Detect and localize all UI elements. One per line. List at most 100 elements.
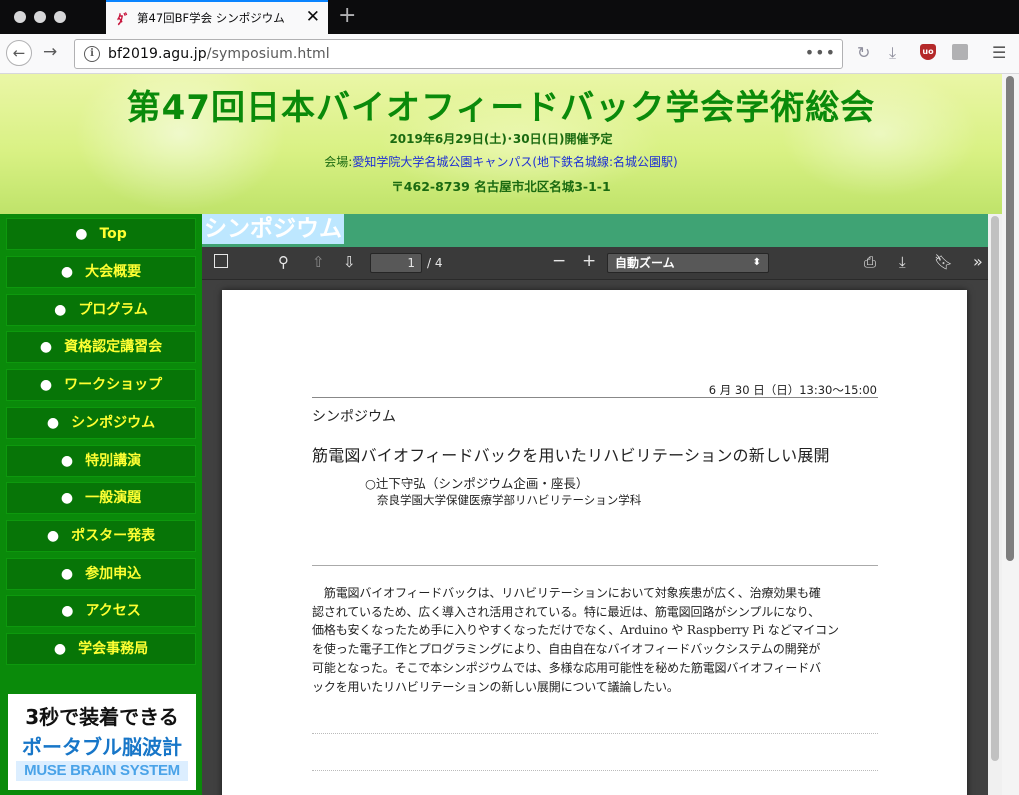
abstract-line: ックを用いたリハビリテーションの新しい展開について議論したい。 <box>312 679 679 694</box>
page-actions-more-icon[interactable]: ••• <box>805 43 836 62</box>
divider <box>312 565 878 566</box>
ad-line-1: 3秒で装着できる <box>25 705 179 729</box>
pdf-viewer: ⚲ ⇧ ⇩ 1 / 4 − + 自動ズーム ⬍ ⎙ ⤓ 🔖︎ » 6 月 30 日… <box>202 247 988 795</box>
pdf-scrollbar[interactable] <box>988 214 1002 795</box>
conference-address: 〒462-8739 名古屋市北区名城3-1-1 <box>391 179 611 194</box>
sidebar-item-label: Top <box>99 226 127 242</box>
sidebar-item-label: 資格認定講習会 <box>64 339 163 355</box>
zoom-in-icon[interactable]: + <box>582 251 596 271</box>
venue-label: 会場: <box>324 155 353 169</box>
maximize-window-button[interactable] <box>54 11 66 23</box>
abstract-line: 認されているため、広く導入され活用されている。特に最近は、筋電図回路がシンプルに… <box>312 604 820 619</box>
pdf-page: 6 月 30 日（日）13:30〜15:00 シンポジウム 筋電図バイオフィード… <box>222 290 967 795</box>
abstract-line: を使った電子工作とプログラミングにより、自由自在なバイオフィードバックシステムの… <box>312 642 821 657</box>
sidebar-item-label: 大会概要 <box>85 264 142 280</box>
close-window-button[interactable] <box>14 11 26 23</box>
forward-button-icon[interactable]: → <box>43 42 57 62</box>
web-page: 第47回日本バイオフィードバック学会学術総会 2019年6月29日(土)･30日… <box>0 74 1019 795</box>
sidebar-item-label: 一般演題 <box>85 490 142 506</box>
bookmark-icon[interactable]: 🔖︎ <box>934 253 953 271</box>
content-heading-bar: シンポジウム <box>202 214 988 247</box>
conference-venue: 会場:愛知学院大学名城公園キャンパス(地下鉄名城線:名城公園駅) <box>0 153 1002 170</box>
tab-title: 第47回BF学会 シンポジウム <box>137 11 285 25</box>
minimize-window-button[interactable] <box>34 11 46 23</box>
sidebar-item-label: ポスター発表 <box>71 528 156 544</box>
sidebar-item-overview[interactable]: ● 大会概要 <box>6 256 196 288</box>
sidebar-item-program[interactable]: ● プログラム <box>6 294 196 326</box>
browser-tab-active[interactable]: ﾀﾞ 第47回BF学会 シンポジウム ✕ <box>106 0 328 34</box>
zoom-select-value: 自動ズーム <box>615 256 675 270</box>
sidebar-item-registration[interactable]: ● 参加申込 <box>6 558 196 590</box>
dotted-divider <box>312 770 878 771</box>
sidebar-item-label: プログラム <box>78 302 148 318</box>
dotted-divider <box>312 733 878 734</box>
ublock-extension-icon[interactable]: uo <box>920 44 936 60</box>
previous-page-icon[interactable]: ⇧ <box>312 253 325 271</box>
url-domain: bf2019.agu.jp <box>108 46 207 62</box>
page-count: / 4 <box>427 256 443 270</box>
sidebar-item-label: 特別講演 <box>85 453 142 469</box>
download-icon[interactable]: ⤓ <box>889 43 896 63</box>
pdf-toolbar: ⚲ ⇧ ⇩ 1 / 4 − + 自動ズーム ⬍ ⎙ ⤓ 🔖︎ » <box>202 247 988 280</box>
tab-strip: ﾀﾞ 第47回BF学会 シンポジウム ✕ + <box>0 0 1019 34</box>
session-label: シンポジウム <box>312 409 396 425</box>
url-text[interactable]: bf2019.agu.jp/symposium.html <box>108 46 330 62</box>
tab-close-icon[interactable]: ✕ <box>306 7 320 27</box>
back-button-icon[interactable]: ← <box>6 40 32 66</box>
new-tab-icon[interactable]: + <box>338 4 356 28</box>
sidebar-item-label: ワークショップ <box>64 377 163 393</box>
affiliation: 奈良学園大学保健医療学部リハビリテーション学科 <box>377 493 642 507</box>
abstract-line: 可能となった。そこで本シンポジウムでは、多様な応用可能性を秘めた筋電図バイオフィ… <box>312 660 821 675</box>
abstract: 筋電図バイオフィードバックは、リハビリテーションにおいて対象疾患が広く、治療効果… <box>312 584 882 696</box>
session-datetime: 6 月 30 日（日）13:30〜15:00 <box>708 383 877 397</box>
sidebar-item-label: 参加申込 <box>85 566 142 582</box>
select-arrows-icon: ⬍ <box>752 257 761 268</box>
scrollbar-thumb[interactable] <box>991 216 999 761</box>
sidebar-item-label: 学会事務局 <box>78 641 149 657</box>
sidebar-item-symposium[interactable]: ● シンポジウム <box>6 407 196 439</box>
url-path: /symposium.html <box>206 46 330 62</box>
site-favicon-icon: ﾀﾞ <box>117 13 130 28</box>
print-icon[interactable]: ⎙ <box>864 253 876 271</box>
page-scrollbar[interactable] <box>1002 74 1019 795</box>
ad-line-2: ポータブル脳波計 <box>22 735 182 759</box>
symposium-title: 筋電図バイオフィードバックを用いたリハビリテーションの新しい展開 <box>312 446 830 465</box>
presenter: ○辻下守弘（シンポジウム企画・座長） <box>365 476 589 491</box>
sidebar-item-poster[interactable]: ● ポスター発表 <box>6 520 196 552</box>
sidebar-item-workshop[interactable]: ● ワークショップ <box>6 369 196 401</box>
abstract-line: 筋電図バイオフィードバックは、リハビリテーションにおいて対象疾患が広く、治療効果… <box>312 586 821 600</box>
page-heading: シンポジウム <box>202 214 344 244</box>
reader-extension-icon[interactable] <box>952 44 968 60</box>
venue-link[interactable]: 愛知学院大学名城公園キャンパス(地下鉄名城線:名城公園駅) <box>352 155 677 169</box>
conference-date: 2019年6月29日(土)･30日(日)開催予定 <box>389 132 613 146</box>
sidebar-item-label: アクセス <box>85 603 141 619</box>
sidebar-toggle-icon[interactable] <box>214 254 228 268</box>
address-bar[interactable]: i bf2019.agu.jp/symposium.html ••• <box>74 39 843 69</box>
page-number-input[interactable]: 1 <box>370 253 422 273</box>
page-scrollbar-thumb[interactable] <box>1006 76 1014 561</box>
ad-line-3: MUSE BRAIN SYSTEM <box>16 761 188 781</box>
sidebar-item-top[interactable]: ● Top <box>6 218 196 250</box>
divider <box>312 397 878 398</box>
sidebar-nav: ● Top ● 大会概要 ● プログラム ● 資格認定講習会 ● ワークショップ ● シンポ… <box>0 214 202 795</box>
sidebar-item-general-presentations[interactable]: ● 一般演題 <box>6 482 196 514</box>
sidebar-item-secretariat[interactable]: ● 学会事務局 <box>6 633 196 665</box>
save-icon[interactable]: ⤓ <box>899 253 906 271</box>
page-info-icon[interactable]: i <box>84 46 100 62</box>
abstract-line: 価格も安くなったため手に入りやすくなっただけでなく、Arduino や Rasp… <box>312 623 839 638</box>
sidebar-item-label: シンポジウム <box>71 415 156 431</box>
sidebar-item-access[interactable]: ● アクセス <box>6 595 196 627</box>
navigation-toolbar: ← → i bf2019.agu.jp/symposium.html ••• ↻… <box>0 34 1019 74</box>
zoom-select[interactable]: 自動ズーム ⬍ <box>607 253 769 273</box>
search-icon[interactable]: ⚲ <box>278 253 289 271</box>
hamburger-menu-icon[interactable]: ☰ <box>992 43 1006 62</box>
ad-banner-eeg[interactable]: 3秒で装着できる ポータブル脳波計 MUSE BRAIN SYSTEM <box>8 694 196 790</box>
reload-icon[interactable]: ↻ <box>857 43 870 62</box>
conference-title: 第47回日本バイオフィードバック学会学術総会 <box>126 88 876 128</box>
header-banner: 第47回日本バイオフィードバック学会学術総会 2019年6月29日(土)･30日… <box>0 74 1002 214</box>
next-page-icon[interactable]: ⇩ <box>343 253 356 271</box>
sidebar-item-certification-course[interactable]: ● 資格認定講習会 <box>6 331 196 363</box>
sidebar-item-special-lecture[interactable]: ● 特別講演 <box>6 445 196 477</box>
zoom-out-icon[interactable]: − <box>552 251 566 271</box>
tools-menu-icon[interactable]: » <box>973 252 983 271</box>
